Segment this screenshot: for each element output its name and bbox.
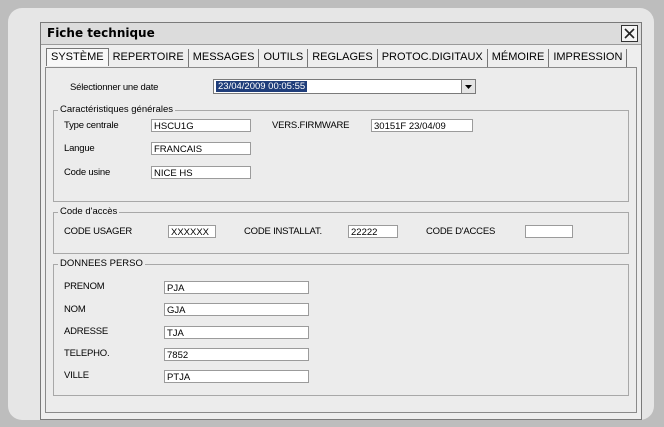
- access-group: Code d'accès CODE USAGER XXXXXX CODE INS…: [53, 206, 629, 254]
- code-installat-label: CODE INSTALLAT.: [244, 226, 322, 237]
- perso-legend: DONNEES PERSO: [58, 258, 145, 269]
- nom-label: NOM: [64, 304, 86, 315]
- tab-impression[interactable]: IMPRESSION: [549, 49, 628, 67]
- prenom-label: PRENOM: [64, 281, 105, 292]
- langue-label: Langue: [64, 143, 95, 154]
- adresse-label: ADRESSE: [64, 326, 109, 337]
- perso-group: DONNEES PERSO PRENOM PJA NOM GJA ADRESSE…: [53, 258, 629, 396]
- tab-outils[interactable]: OUTILS: [259, 49, 309, 67]
- code-usine-field[interactable]: NICE HS: [151, 166, 251, 179]
- tab-protoc-digitaux[interactable]: PROTOC.DIGITAUX: [378, 49, 488, 67]
- type-centrale-field[interactable]: HSCU1G: [151, 119, 251, 132]
- fiche-technique-window: Fiche technique SYSTÈME REPERTOIRE MESSA…: [40, 22, 642, 420]
- tab-bar: SYSTÈME REPERTOIRE MESSAGES OUTILS REGLA…: [46, 48, 628, 67]
- code-usine-label: Code usine: [64, 167, 111, 178]
- ville-label: VILLE: [64, 370, 89, 381]
- chevron-down-icon: [465, 85, 472, 89]
- date-selector-label: Sélectionner une date: [70, 82, 159, 93]
- tab-memoire[interactable]: MÉMOIRE: [488, 49, 550, 67]
- general-group: Caractéristiques générales Type centrale…: [53, 104, 629, 202]
- ville-field[interactable]: PTJA: [164, 370, 309, 383]
- tab-repertoire[interactable]: REPERTOIRE: [109, 49, 189, 67]
- code-acces-field[interactable]: [525, 225, 573, 238]
- code-usager-label: CODE USAGER: [64, 226, 133, 237]
- adresse-field[interactable]: TJA: [164, 326, 309, 339]
- tab-reglages[interactable]: REGLAGES: [308, 49, 378, 67]
- tab-systeme[interactable]: SYSTÈME: [46, 48, 109, 66]
- date-select-value: 23/04/2009 00:05:55: [216, 81, 308, 92]
- general-legend: Caractéristiques générales: [58, 104, 176, 115]
- telepho-field[interactable]: 7852: [164, 348, 309, 361]
- type-centrale-label: Type centrale: [64, 120, 119, 131]
- dropdown-button[interactable]: [461, 80, 475, 93]
- code-installat-field[interactable]: 22222: [348, 225, 398, 238]
- telepho-label: TELEPHO.: [64, 348, 110, 359]
- code-usager-field[interactable]: XXXXXX: [168, 225, 216, 238]
- nom-field[interactable]: GJA: [164, 303, 309, 316]
- firmware-label: VERS.FIRMWARE: [272, 120, 350, 131]
- firmware-field[interactable]: 30151F 23/04/09: [371, 119, 473, 132]
- code-acces-label: CODE D'ACCES: [426, 226, 496, 237]
- close-icon: [624, 28, 635, 39]
- tab-messages[interactable]: MESSAGES: [189, 49, 260, 67]
- langue-field[interactable]: FRANCAIS: [151, 142, 251, 155]
- close-button[interactable]: [621, 25, 638, 42]
- systeme-panel: Sélectionner une date 23/04/2009 00:05:5…: [45, 67, 637, 413]
- access-legend: Code d'accès: [58, 206, 120, 217]
- prenom-field[interactable]: PJA: [164, 281, 309, 294]
- title-bar: Fiche technique: [41, 23, 641, 45]
- window-title: Fiche technique: [47, 26, 155, 40]
- date-select[interactable]: 23/04/2009 00:05:55: [213, 79, 476, 94]
